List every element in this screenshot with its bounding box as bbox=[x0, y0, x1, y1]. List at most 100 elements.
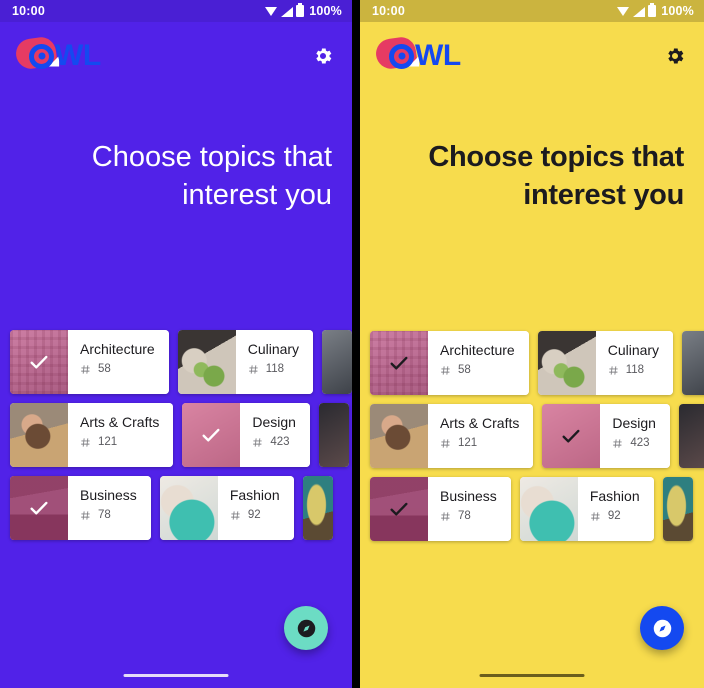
topic-card-body: Architecture 58 bbox=[428, 331, 529, 395]
partial-photo bbox=[318, 403, 349, 467]
battery-icon bbox=[296, 3, 305, 17]
culinary-photo bbox=[177, 330, 236, 394]
hash-grid-icon bbox=[230, 510, 241, 521]
topic-card-culinary[interactable]: Culinary 118 bbox=[537, 331, 674, 395]
explore-compass-icon bbox=[297, 619, 315, 637]
topic-meta: 92 bbox=[230, 509, 280, 521]
explore-compass-icon bbox=[653, 619, 671, 637]
culinary-photo bbox=[537, 331, 596, 395]
topic-card-partial[interactable] bbox=[678, 404, 704, 468]
topic-card-partial[interactable] bbox=[302, 476, 333, 540]
explore-fab[interactable] bbox=[640, 606, 684, 650]
topic-card-image bbox=[182, 403, 241, 467]
topic-card-body: Fashion 92 bbox=[577, 477, 654, 541]
topic-name: Arts & Crafts bbox=[80, 414, 160, 430]
topic-meta: 58 bbox=[80, 363, 155, 375]
topic-card-culinary[interactable]: Culinary 118 bbox=[177, 330, 314, 394]
home-indicator bbox=[479, 674, 585, 677]
phone-screen-yellow: 10:00 100% WL Choose topics that interes… bbox=[360, 0, 704, 688]
status-bar-icons: 100% bbox=[617, 3, 694, 18]
topic-name: Culinary bbox=[607, 342, 660, 358]
explore-fab[interactable] bbox=[284, 606, 328, 650]
topic-meta: 118 bbox=[248, 363, 299, 375]
topic-card-partial[interactable] bbox=[322, 330, 352, 394]
owl-logo-wl-text: WL bbox=[55, 39, 101, 72]
partial-photo bbox=[302, 476, 333, 540]
topic-card-business[interactable]: Business 78 bbox=[10, 476, 151, 540]
partial-photo bbox=[662, 477, 693, 541]
topic-count: 58 bbox=[98, 363, 111, 375]
topic-count: 78 bbox=[98, 509, 111, 521]
topic-count: 78 bbox=[458, 510, 471, 522]
status-bar: 10:00 100% bbox=[360, 0, 704, 22]
topic-name: Arts & Crafts bbox=[440, 415, 520, 431]
topic-name: Business bbox=[440, 488, 497, 504]
topic-card-image bbox=[318, 403, 349, 467]
topic-card-fashion[interactable]: Fashion 92 bbox=[159, 476, 294, 540]
topic-name: Architecture bbox=[440, 342, 515, 358]
owl-logo-text: WL bbox=[389, 41, 461, 71]
topic-card-partial[interactable] bbox=[662, 477, 693, 541]
topic-card-partial[interactable] bbox=[318, 403, 349, 467]
topic-card-body: Business 78 bbox=[428, 477, 511, 541]
topic-card-body: Fashion 92 bbox=[217, 476, 294, 540]
gear-icon[interactable] bbox=[664, 45, 686, 67]
phone-screen-purple: 10:00 100% WL Choose topics that interes… bbox=[0, 0, 352, 688]
topic-row: Business 78 Fashion 92 bbox=[0, 476, 352, 540]
status-bar: 10:00 100% bbox=[0, 0, 352, 22]
topic-grid-purple: Architecture 58 Culinary 118 Arts & Craf… bbox=[0, 330, 352, 549]
battery-icon bbox=[648, 3, 657, 17]
topic-name: Business bbox=[80, 487, 137, 503]
topic-card-image bbox=[370, 404, 428, 468]
topic-card-body: Culinary 118 bbox=[595, 331, 674, 395]
partial-photo bbox=[682, 331, 704, 395]
topic-card-design[interactable]: Design 423 bbox=[542, 404, 670, 468]
topic-card-image bbox=[159, 476, 218, 540]
app-bar: WL bbox=[360, 22, 704, 90]
topic-card-image bbox=[542, 404, 601, 468]
topic-name: Fashion bbox=[229, 487, 280, 503]
topic-name: Design bbox=[612, 415, 656, 431]
topic-row: Arts & Crafts 121 Design 423 bbox=[360, 404, 704, 468]
topic-card-business[interactable]: Business 78 bbox=[370, 477, 511, 541]
topic-card-architecture[interactable]: Architecture 58 bbox=[370, 331, 529, 395]
wifi-icon bbox=[265, 6, 278, 17]
owl-logo-o-icon bbox=[29, 43, 54, 69]
topic-card-arts-crafts[interactable]: Arts & Crafts 121 bbox=[10, 403, 174, 467]
topic-card-image bbox=[322, 330, 352, 394]
topic-name: Culinary bbox=[247, 341, 300, 357]
topic-count: 121 bbox=[458, 437, 478, 449]
topic-card-design[interactable]: Design 423 bbox=[182, 403, 310, 467]
topic-grid-yellow: Architecture 58 Culinary 118 Arts & Craf… bbox=[360, 331, 704, 550]
topic-meta: 423 bbox=[252, 436, 296, 448]
hash-grid-icon bbox=[248, 364, 259, 375]
topic-card-arts-crafts[interactable]: Arts & Crafts 121 bbox=[370, 404, 534, 468]
topic-meta: 78 bbox=[80, 509, 137, 521]
topic-card-image bbox=[519, 477, 578, 541]
topic-meta: 58 bbox=[440, 364, 515, 376]
topic-card-architecture[interactable]: Architecture 58 bbox=[10, 330, 169, 394]
gear-icon[interactable] bbox=[312, 45, 334, 67]
check-icon bbox=[200, 424, 222, 446]
owl-logo: WL bbox=[14, 34, 101, 78]
topic-card-partial[interactable] bbox=[682, 331, 704, 395]
topic-row: Architecture 58 Culinary 118 bbox=[0, 330, 352, 394]
hash-grid-icon bbox=[440, 438, 451, 449]
status-bar-icons: 100% bbox=[265, 3, 342, 18]
owl-logo-wl-text: WL bbox=[415, 39, 461, 72]
topic-meta: 121 bbox=[440, 437, 519, 449]
topic-card-fashion[interactable]: Fashion 92 bbox=[519, 477, 654, 541]
topic-count: 58 bbox=[458, 364, 471, 376]
hash-grid-icon bbox=[440, 511, 451, 522]
arts-crafts-photo bbox=[10, 403, 68, 467]
page-title: Choose topics that interest you bbox=[91, 141, 332, 211]
topic-card-body: Arts & Crafts 121 bbox=[68, 403, 174, 467]
topic-count: 118 bbox=[625, 364, 645, 376]
topic-name: Design bbox=[252, 414, 296, 430]
owl-logo-text: WL bbox=[29, 41, 101, 71]
hash-grid-icon bbox=[80, 510, 91, 521]
topic-card-body: Culinary 118 bbox=[235, 330, 314, 394]
hash-grid-icon bbox=[440, 365, 451, 376]
fashion-photo bbox=[159, 476, 218, 540]
signal-icon bbox=[281, 6, 294, 17]
